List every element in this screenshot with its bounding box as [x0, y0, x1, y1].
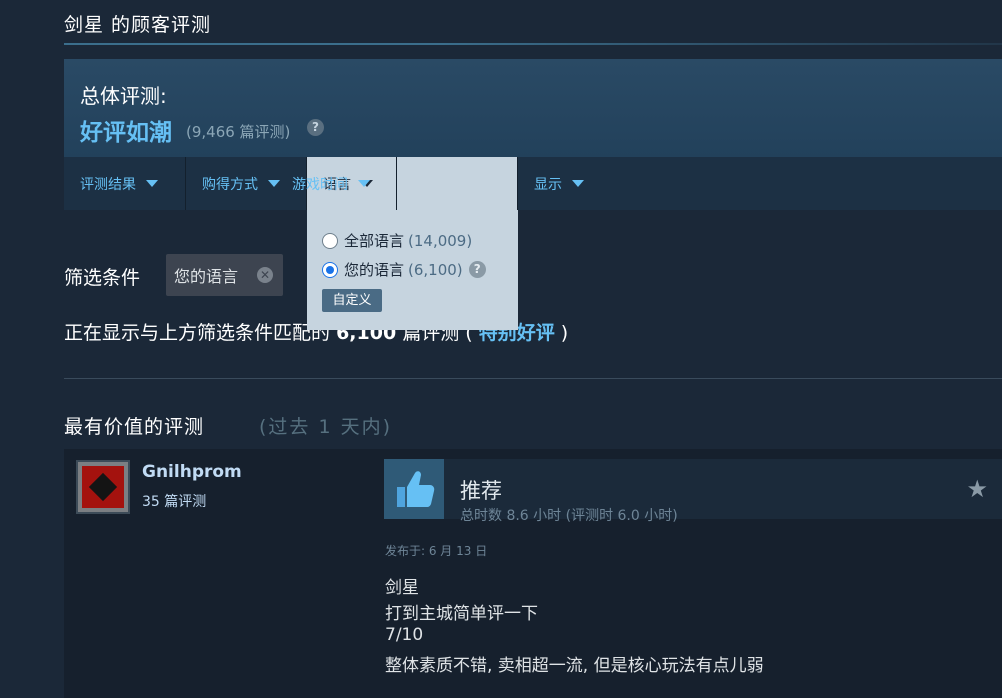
review-verdict-bar: 推荐 总时数 8.6 小时 (评测时 6.0 小时) ★	[384, 459, 1002, 524]
reviews-section: 剑星 的顾客评测 总体评测: 好评如潮 (9,466 篇评测) ? 评测结果 购…	[64, 0, 1002, 698]
filter-label: 购得方式	[202, 176, 258, 193]
review-hours: 总时数 8.6 小时 (评测时 6.0 小时)	[460, 508, 678, 524]
reviewer-name[interactable]: Gnilhprom	[142, 462, 242, 482]
avatar-image	[82, 466, 124, 508]
review-verdict: 推荐	[460, 479, 502, 503]
dropdown-arrow-icon	[358, 180, 370, 187]
review-text-line: 打到主城简单评一下	[385, 604, 538, 624]
language-dropdown: 全部语言 (14,009) 您的语言 (6,100) ? 自定义	[307, 210, 518, 330]
helpful-reviews-title: 最有价值的评测	[64, 416, 205, 438]
review-text-line: 整体素质不错, 卖相超一流, 但是核心玩法有点儿弱	[385, 656, 764, 676]
radio-button[interactable]	[322, 232, 338, 249]
summary-label: 总体评测:	[80, 84, 167, 108]
showing-prefix: 正在显示与上方筛选条件匹配的	[64, 322, 331, 344]
language-option-all[interactable]: 全部语言 (14,009)	[322, 230, 472, 251]
avatar-mark	[88, 472, 118, 502]
dropdown-arrow-icon	[146, 180, 158, 187]
summary-score[interactable]: 好评如潮	[80, 113, 172, 147]
filter-display[interactable]: 显示	[518, 157, 608, 210]
review-text-line: 7/10	[385, 625, 424, 645]
review-filter-bar: 评测结果 购得方式 语言 游戏时间 显示	[64, 157, 1002, 210]
question-icon[interactable]: ?	[468, 261, 486, 278]
filter-playtime[interactable]: 游戏时间	[276, 157, 397, 210]
close-icon[interactable]: ✕	[257, 267, 273, 283]
showing-suffix: )	[560, 322, 569, 344]
chip-label: 您的语言	[174, 267, 239, 286]
option-count: (14,009)	[408, 231, 473, 250]
review-posted-date: 发布于: 6 月 13 日	[385, 544, 488, 558]
review-card: Gnilhprom 35 篇评测 推荐 总时数 8.6 小时 (评测时 6.0 …	[64, 449, 1002, 698]
reviewer-review-count[interactable]: 35 篇评测	[142, 491, 206, 511]
thumbs-up-icon	[384, 459, 444, 519]
summary-count: (9,466 篇评测)	[186, 123, 291, 141]
title-divider	[64, 43, 1002, 45]
option-label: 您的语言	[344, 261, 405, 279]
question-icon[interactable]: ?	[307, 119, 324, 136]
option-count: (6,100)	[408, 260, 463, 279]
section-title: 剑星 的顾客评测	[64, 14, 212, 36]
filter-review-type[interactable]: 评测结果	[64, 157, 186, 210]
helpful-reviews-subtitle: (过去 1 天内)	[259, 416, 392, 438]
review-summary-panel: 总体评测: 好评如潮 (9,466 篇评测) ?	[64, 59, 1002, 157]
award-star-icon[interactable]: ★	[966, 475, 988, 503]
filter-label: 评测结果	[80, 176, 136, 193]
dropdown-arrow-icon	[572, 180, 584, 187]
active-filter-chip[interactable]: 您的语言 ✕	[166, 254, 283, 296]
filter-label: 显示	[534, 176, 562, 193]
customize-button[interactable]: 自定义	[322, 289, 382, 312]
avatar[interactable]	[76, 460, 130, 514]
filter-label: 游戏时间	[292, 176, 348, 193]
divider	[64, 378, 1002, 379]
language-option-yours[interactable]: 您的语言 (6,100) ?	[322, 259, 486, 280]
active-filters-label: 筛选条件	[64, 267, 141, 289]
radio-button-selected[interactable]	[322, 261, 338, 278]
review-text-line: 剑星	[385, 578, 419, 598]
option-label: 全部语言	[344, 232, 405, 250]
